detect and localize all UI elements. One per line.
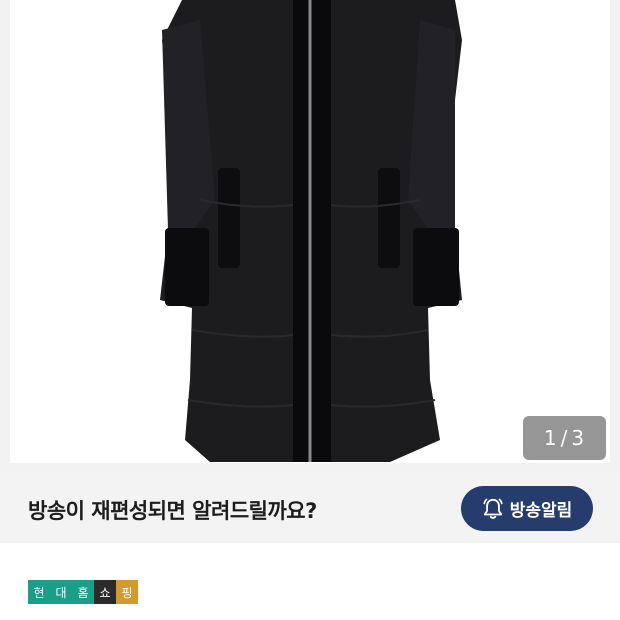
page-counter-total: 3: [571, 426, 586, 450]
brand-logo-char: 현: [28, 580, 50, 604]
rebroadcast-notify-bar: 방송이 재편성되면 알려드릴까요? 방송알림: [0, 473, 620, 543]
product-image-gallery[interactable]: 1 / 3: [0, 0, 620, 473]
brand-logo-char: 쇼: [94, 580, 116, 604]
product-photo: [160, 0, 462, 462]
brand-logo-char: 대: [50, 580, 72, 604]
rebroadcast-notify-prompt: 방송이 재편성되면 알려드릴까요?: [28, 499, 317, 523]
bell-icon: [483, 498, 503, 519]
brand-logo-hyundai-home-shopping[interactable]: 현 대 홈 쇼 핑: [28, 580, 138, 604]
product-image-frame: [10, 0, 610, 463]
broadcast-alert-label: 방송알림: [509, 501, 573, 521]
page-counter-current: 1: [543, 426, 558, 450]
image-page-counter: 1 / 3: [523, 416, 606, 460]
page-counter-separator: /: [560, 426, 569, 450]
broadcast-alert-button[interactable]: 방송알림: [461, 486, 593, 531]
brand-logo-char: 홈: [72, 580, 94, 604]
brand-logo-char: 핑: [116, 580, 138, 604]
